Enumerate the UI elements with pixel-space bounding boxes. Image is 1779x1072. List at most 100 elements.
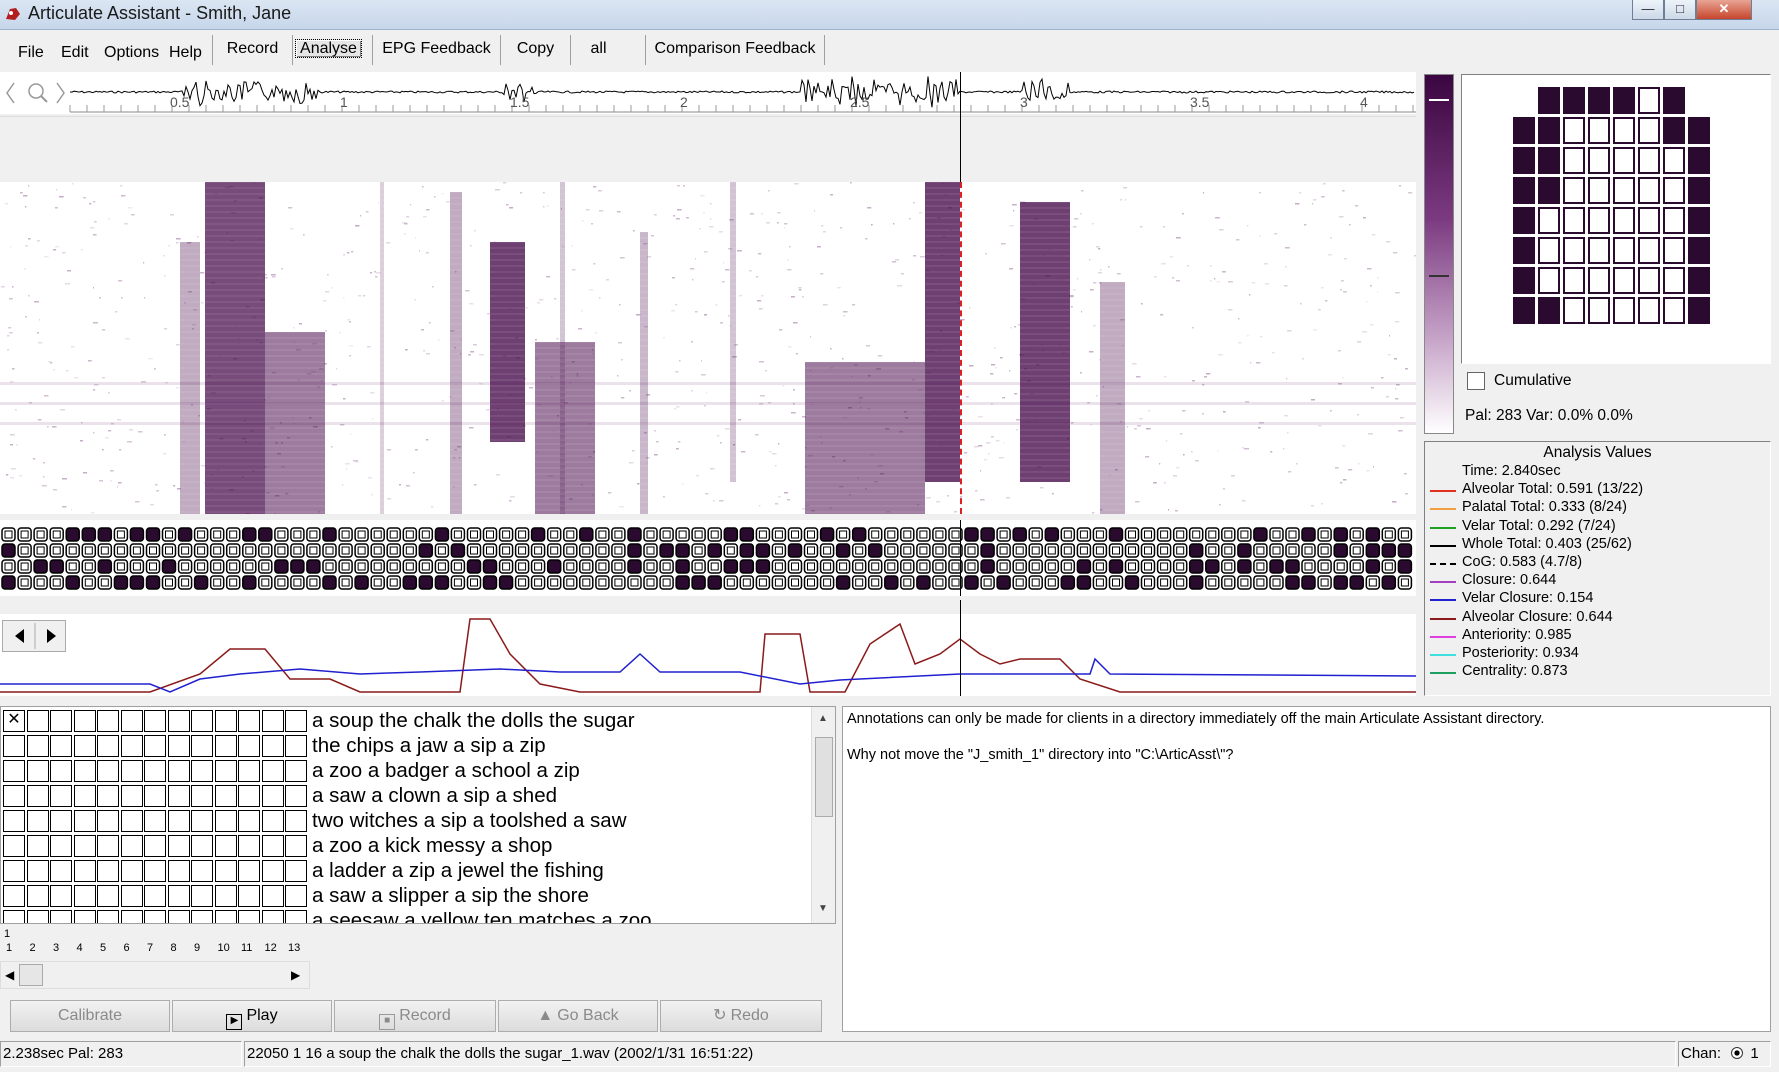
- epg-frames[interactable]: [0, 520, 1416, 596]
- row-checkbox[interactable]: [3, 735, 25, 757]
- word-list-row[interactable]: a saw a clown a sip a shed: [1, 784, 811, 809]
- row-checkbox[interactable]: [214, 910, 237, 923]
- scroll-thumb[interactable]: [815, 737, 833, 817]
- row-checkbox[interactable]: [144, 760, 166, 782]
- word-list-row[interactable]: a zoo a badger a school a zip: [1, 759, 811, 784]
- play-button[interactable]: ▶ Play: [172, 1000, 332, 1032]
- row-checkbox[interactable]: [73, 785, 96, 807]
- row-checkbox[interactable]: [144, 835, 166, 857]
- hscroll-right-icon[interactable]: ▶: [291, 968, 300, 982]
- row-checkbox[interactable]: [285, 735, 307, 757]
- row-checkbox[interactable]: [144, 735, 166, 757]
- row-checkbox[interactable]: [50, 710, 72, 732]
- row-checkbox[interactable]: [50, 810, 72, 832]
- calibrate-button[interactable]: Calibrate: [10, 1000, 170, 1032]
- word-list-hscroll[interactable]: ◀ ▶: [0, 961, 310, 989]
- row-checkbox[interactable]: [73, 760, 96, 782]
- row-checkbox[interactable]: [97, 785, 119, 807]
- row-checkbox[interactable]: [26, 760, 49, 782]
- row-checkbox[interactable]: [73, 810, 96, 832]
- scroll-down-icon[interactable]: ▼: [818, 903, 828, 914]
- row-checkbox[interactable]: [191, 785, 213, 807]
- row-checkbox[interactable]: [3, 860, 25, 882]
- row-checkbox[interactable]: [285, 710, 307, 732]
- row-checkbox[interactable]: [191, 910, 213, 923]
- go-back-button[interactable]: ▲ Go Back: [498, 1000, 658, 1032]
- menu-edit[interactable]: Edit: [61, 44, 89, 62]
- epg-feedback-tab[interactable]: EPG Feedback: [372, 35, 500, 65]
- row-checkbox[interactable]: [97, 810, 119, 832]
- row-checkbox[interactable]: [167, 785, 190, 807]
- row-checkbox[interactable]: [26, 785, 49, 807]
- row-checkbox[interactable]: [261, 735, 284, 757]
- time-cursor[interactable]: [960, 72, 961, 182]
- maximize-button[interactable]: □: [1664, 0, 1696, 20]
- row-checkbox[interactable]: [261, 885, 284, 907]
- row-checkbox[interactable]: [50, 910, 72, 923]
- row-checkbox[interactable]: [3, 785, 25, 807]
- epg-frame-strip[interactable]: [0, 520, 1416, 596]
- row-checkbox[interactable]: [144, 785, 166, 807]
- row-checkbox[interactable]: [167, 760, 190, 782]
- row-checkbox[interactable]: [97, 910, 119, 923]
- row-checkbox[interactable]: [214, 860, 237, 882]
- row-checkbox[interactable]: [97, 710, 119, 732]
- row-checkbox[interactable]: [285, 810, 307, 832]
- row-checkbox[interactable]: [26, 885, 49, 907]
- row-checkbox[interactable]: [191, 810, 213, 832]
- row-checkbox[interactable]: [120, 810, 143, 832]
- row-checkbox[interactable]: [285, 885, 307, 907]
- row-checkbox[interactable]: [261, 760, 284, 782]
- comparison-feedback-tab[interactable]: Comparison Feedback: [645, 35, 825, 65]
- row-checkbox[interactable]: [238, 860, 260, 882]
- word-list-panel[interactable]: ✕ a soup the chalk the dolls the sugar the…: [0, 706, 836, 924]
- menu-options[interactable]: Options: [104, 44, 159, 62]
- row-checkbox[interactable]: [238, 910, 260, 923]
- copy-tab[interactable]: Copy: [500, 35, 570, 65]
- word-list-row[interactable]: a zoo a kick messy a shop: [1, 834, 811, 859]
- word-list-row[interactable]: a seesaw a yellow ten matches a zoo: [1, 909, 811, 923]
- row-checkbox[interactable]: [214, 810, 237, 832]
- row-checkbox[interactable]: [214, 835, 237, 857]
- row-checkbox[interactable]: [261, 835, 284, 857]
- row-checkbox[interactable]: [261, 710, 284, 732]
- row-checkbox[interactable]: [144, 810, 166, 832]
- menu-file[interactable]: File: [18, 44, 44, 62]
- row-checkbox[interactable]: [238, 810, 260, 832]
- time-cursor-spectrogram[interactable]: [960, 182, 962, 514]
- row-checkbox[interactable]: [26, 735, 49, 757]
- row-checkbox[interactable]: [120, 885, 143, 907]
- row-checkbox[interactable]: [191, 885, 213, 907]
- row-checkbox[interactable]: [238, 835, 260, 857]
- row-checkbox[interactable]: [285, 860, 307, 882]
- contact-traces[interactable]: [0, 614, 1417, 696]
- redo-button[interactable]: ↻ Redo: [660, 1000, 822, 1032]
- row-checkbox[interactable]: [261, 910, 284, 923]
- row-checkbox[interactable]: [50, 885, 72, 907]
- hscroll-thumb[interactable]: [19, 964, 43, 986]
- row-checkbox[interactable]: [167, 910, 190, 923]
- close-button[interactable]: ✕: [1696, 0, 1752, 20]
- row-checkbox[interactable]: [285, 910, 307, 923]
- row-checkbox[interactable]: [285, 785, 307, 807]
- word-list-row[interactable]: ✕ a soup the chalk the dolls the sugar: [1, 709, 811, 734]
- row-checkbox[interactable]: [238, 885, 260, 907]
- row-checkbox[interactable]: [214, 735, 237, 757]
- word-list-row[interactable]: the chips a jaw a sip a zip: [1, 734, 811, 759]
- word-list-scrollbar[interactable]: ▲ ▼: [811, 707, 835, 923]
- row-checkbox[interactable]: [97, 835, 119, 857]
- row-checkbox[interactable]: [3, 885, 25, 907]
- row-checkbox[interactable]: [120, 735, 143, 757]
- row-checkbox[interactable]: [73, 860, 96, 882]
- row-checkbox[interactable]: [238, 785, 260, 807]
- record-tab[interactable]: Record: [212, 35, 292, 65]
- scroll-up-icon[interactable]: ▲: [818, 713, 828, 724]
- row-checkbox[interactable]: [50, 785, 72, 807]
- row-checkbox[interactable]: [144, 860, 166, 882]
- row-checkbox[interactable]: [167, 710, 190, 732]
- row-checkbox[interactable]: [120, 760, 143, 782]
- row-checkbox[interactable]: [50, 835, 72, 857]
- row-checkbox[interactable]: [97, 760, 119, 782]
- record-button[interactable]: ■ Record: [334, 1000, 496, 1032]
- row-checkbox[interactable]: ✕: [3, 710, 25, 732]
